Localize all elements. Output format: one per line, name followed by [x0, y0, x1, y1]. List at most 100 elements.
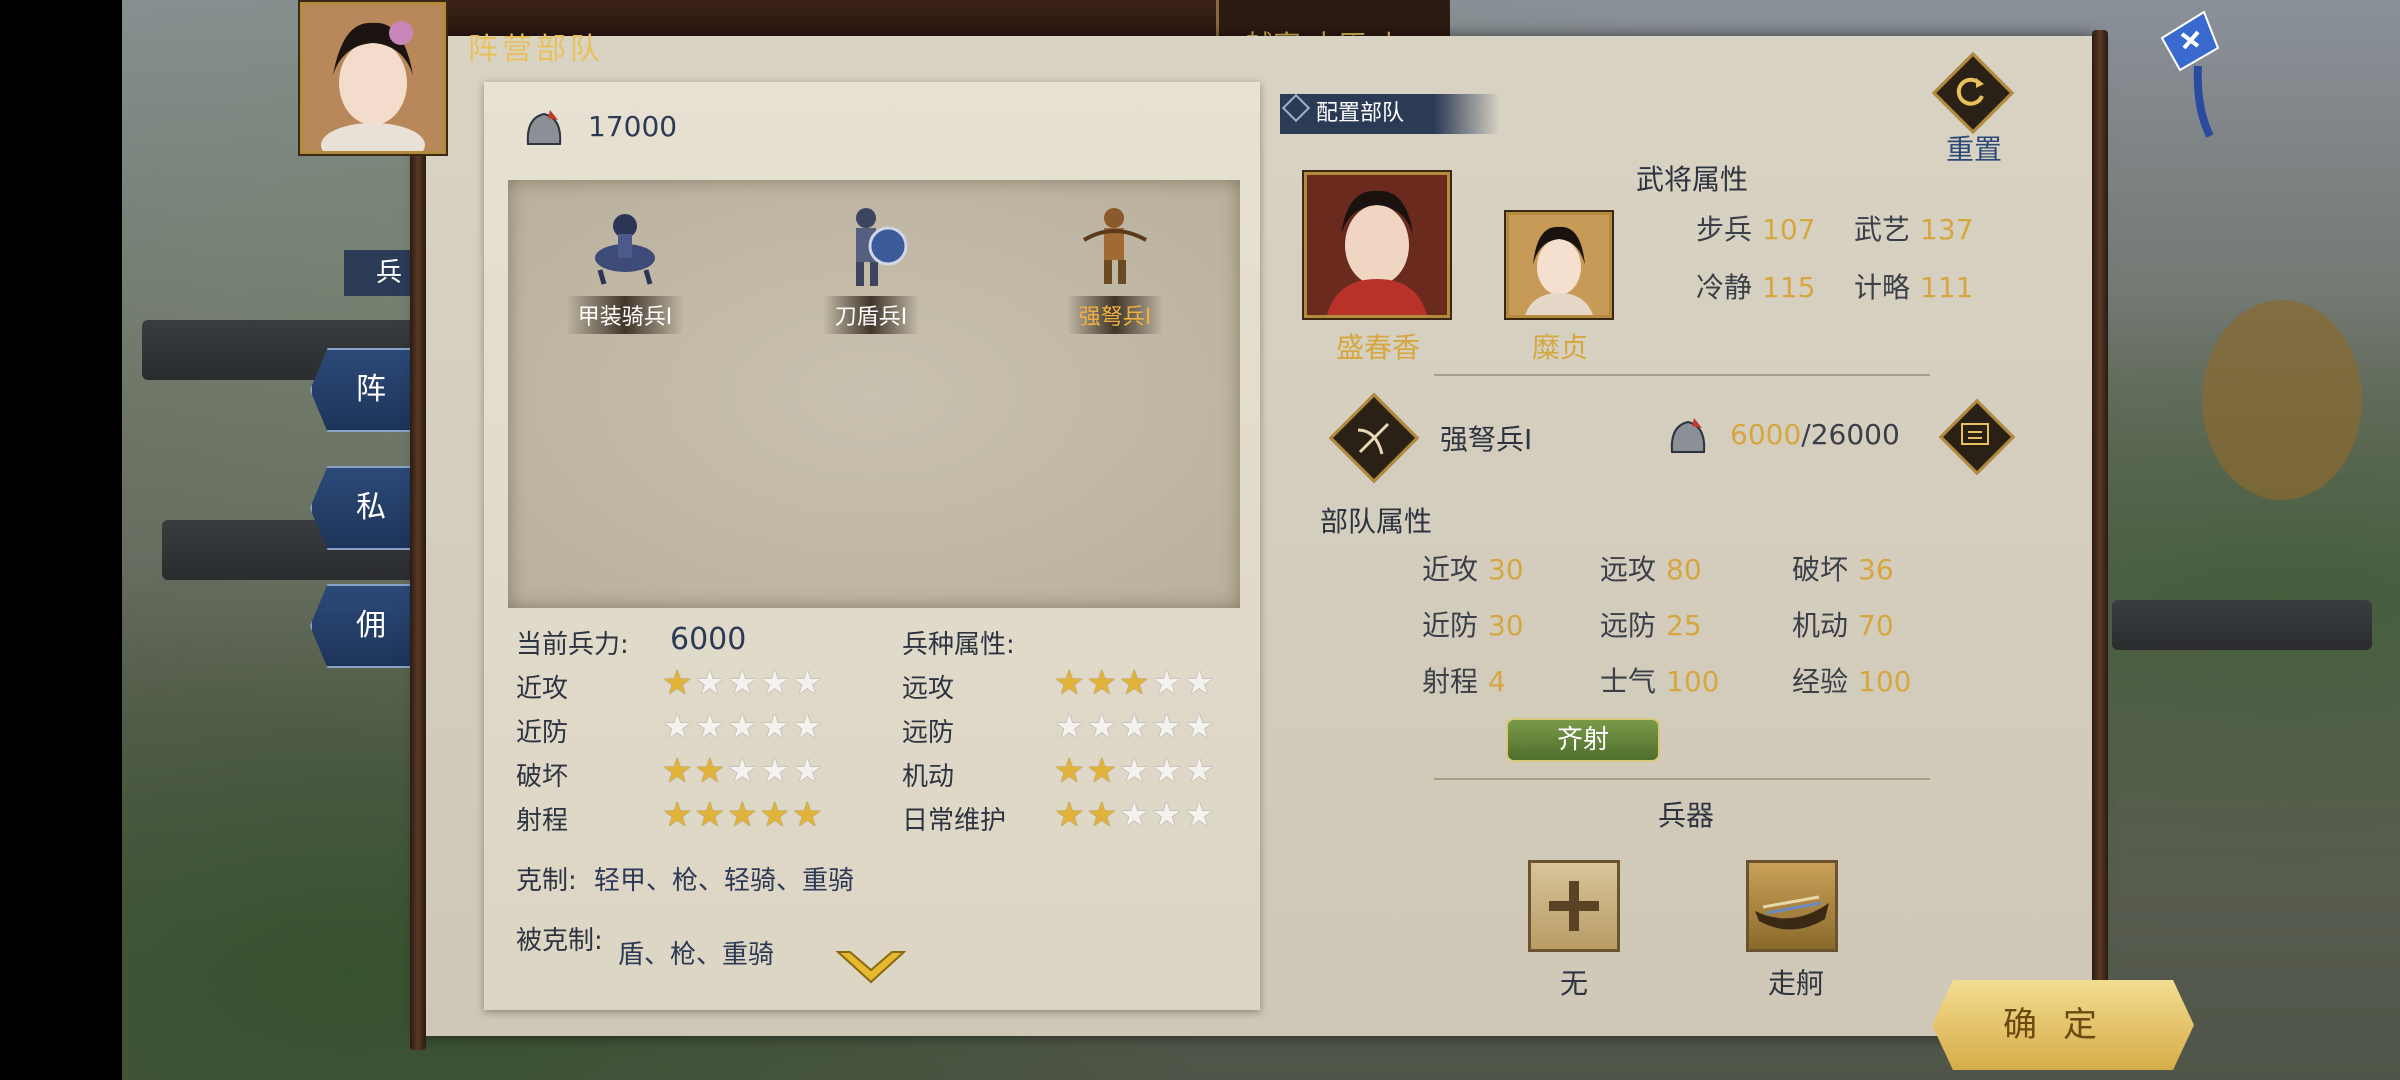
star-empty-icon: ★	[759, 663, 792, 703]
scroll-rod-right	[2092, 30, 2108, 1050]
stat-label: 经验	[1792, 665, 1849, 698]
star-empty-icon: ★	[726, 751, 760, 791]
general-stat: 步兵 107	[1696, 208, 1815, 248]
flag-icon[interactable]	[2158, 8, 2222, 142]
side-tab-label: 兵	[376, 258, 403, 288]
rating-stars: ★★★★★	[1054, 666, 1216, 700]
weapon-slot-empty[interactable]	[1528, 860, 1620, 952]
vice-general-name: 糜贞	[1532, 331, 1589, 364]
sword-shield-icon	[826, 200, 916, 290]
troop-count-current: 6000	[1730, 418, 1802, 451]
tree	[2202, 300, 2362, 500]
star-filled-icon: ★	[694, 751, 727, 791]
star-empty-icon: ★	[1118, 707, 1152, 747]
rating-stars: ★★★★★	[662, 710, 824, 744]
stat-label: 射程	[1422, 665, 1479, 698]
star-empty-icon: ★	[1151, 751, 1184, 791]
unit-label: 刀盾兵Ⅰ	[822, 296, 920, 334]
troop-count: 6000/26000	[1730, 418, 1900, 451]
current-troops-value: 6000	[670, 622, 747, 657]
rating-stars: ★★★★★	[1054, 710, 1216, 744]
stat-value: 30	[1488, 553, 1524, 586]
stat-value: 30	[1488, 609, 1524, 642]
stat-value: 4	[1488, 665, 1506, 698]
helmet-icon	[520, 104, 568, 156]
star-filled-icon: ★	[1086, 795, 1119, 835]
commander-portrait[interactable]	[300, 2, 446, 154]
stat-label: 机动	[1792, 609, 1849, 642]
main-general-name: 盛春香	[1336, 331, 1421, 364]
star-filled-icon: ★	[1054, 663, 1087, 703]
star-empty-icon: ★	[791, 663, 825, 703]
rating-label: 破坏	[516, 762, 569, 792]
cavalry-icon	[580, 200, 670, 290]
crossbowman-icon	[1070, 200, 1160, 290]
boat-icon	[1755, 895, 1829, 930]
vice-general-portrait[interactable]	[1506, 212, 1612, 318]
unit-card-crossbowman[interactable]: 强弩兵Ⅰ	[1040, 200, 1190, 334]
confirm-button[interactable]: 确定	[1932, 980, 2194, 1070]
stat-label: 近攻	[1422, 553, 1479, 586]
rating-label: 远防	[902, 718, 955, 748]
skill-label: 齐射	[1556, 725, 1609, 755]
plus-icon	[1549, 881, 1599, 931]
tab-configure-troops[interactable]: 配置部队	[1280, 94, 1500, 134]
side-tab-mercenary[interactable]: 佣	[310, 584, 420, 668]
star-filled-icon: ★	[662, 663, 695, 703]
star-empty-icon: ★	[1183, 663, 1217, 703]
unit-card-armored-cavalry[interactable]: 甲装骑兵Ⅰ	[550, 200, 700, 334]
star-filled-icon: ★	[1118, 663, 1152, 703]
rating-label: 远攻	[902, 674, 955, 704]
star-filled-icon: ★	[1054, 751, 1087, 791]
side-tab-faction[interactable]: 阵	[310, 348, 420, 432]
stat-value: 137	[1920, 213, 1974, 246]
side-tab-label: 阵	[356, 372, 386, 407]
stat-value: 80	[1666, 553, 1702, 586]
unit-type-attr-label: 兵种属性:	[902, 630, 1015, 660]
star-empty-icon: ★	[759, 707, 792, 747]
troop-stat: 远防 25	[1600, 604, 1702, 644]
weapon-slot-boat[interactable]	[1746, 860, 1838, 952]
general-stat: 武艺 137	[1854, 208, 1973, 248]
star-empty-icon: ★	[791, 707, 825, 747]
troop-stat: 近防 30	[1422, 604, 1524, 644]
troop-detail-button[interactable]	[1938, 398, 2016, 476]
stat-label: 计略	[1854, 271, 1911, 304]
star-empty-icon: ★	[1054, 707, 1087, 747]
star-empty-icon: ★	[1151, 795, 1184, 835]
star-filled-icon: ★	[662, 751, 695, 791]
reset-button[interactable]	[1931, 51, 2015, 135]
stat-value: 100	[1666, 665, 1720, 698]
general-stat: 计略 111	[1854, 266, 1973, 306]
rating-label: 日常维护	[902, 806, 1007, 836]
rating-stars: ★★★★★	[1054, 754, 1216, 788]
troop-count-max: /26000	[1801, 418, 1900, 451]
troop-pool-total: 17000	[588, 110, 678, 143]
stat-label: 远防	[1600, 609, 1657, 642]
rating-stars: ★★★★★	[662, 666, 824, 700]
divider	[1434, 778, 1930, 780]
unit-type-button[interactable]	[1328, 392, 1420, 484]
star-empty-icon: ★	[759, 751, 792, 791]
building-roof	[2112, 600, 2372, 650]
stat-value: 36	[1858, 553, 1894, 586]
rating-stars: ★★★★★	[1054, 798, 1216, 832]
main-general-portrait[interactable]	[1304, 172, 1450, 318]
star-empty-icon: ★	[1151, 663, 1184, 703]
reset-label[interactable]: 重置	[1946, 128, 2002, 168]
side-tab-troops[interactable]: 兵	[344, 250, 414, 296]
star-empty-icon: ★	[1118, 751, 1152, 791]
stat-label: 冷静	[1696, 271, 1753, 304]
current-troops-label: 当前兵力:	[516, 630, 629, 660]
star-filled-icon: ★	[1054, 795, 1087, 835]
chevron-down-icon[interactable]	[835, 950, 907, 990]
unit-card-sword-shield[interactable]: 刀盾兵Ⅰ	[796, 200, 946, 334]
weapons-title: 兵器	[1658, 799, 1715, 832]
rating-stars: ★★★★★	[662, 798, 824, 832]
troop-attr-title: 部队属性	[1320, 505, 1433, 538]
star-empty-icon: ★	[1151, 707, 1184, 747]
skill-volley-button[interactable]: 齐射	[1506, 718, 1660, 762]
side-tab-private[interactable]: 私	[310, 466, 420, 550]
star-empty-icon: ★	[1183, 751, 1217, 791]
unit-label: 强弩兵Ⅰ	[1066, 296, 1164, 334]
